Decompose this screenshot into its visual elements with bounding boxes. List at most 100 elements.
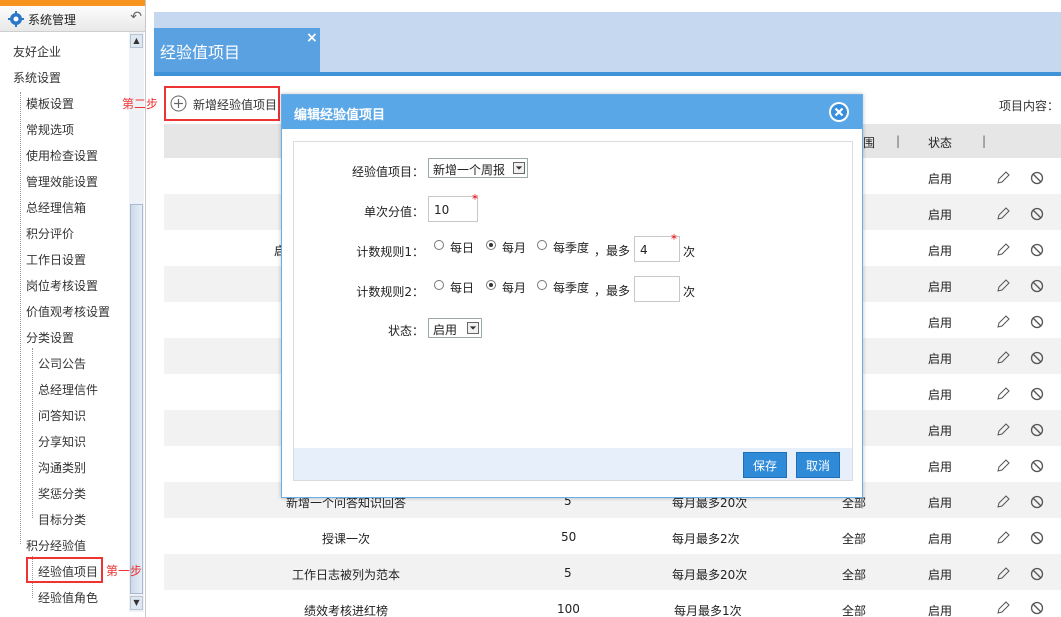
scroll-up-icon[interactable]: ▲ <box>130 34 143 48</box>
close-icon[interactable]: × <box>306 30 318 46</box>
cancel-button[interactable]: 取消 <box>796 452 840 478</box>
rule1-daily-radio[interactable] <box>434 240 444 250</box>
sidebar-item-template-settings[interactable]: 模板设置 <box>26 95 74 112</box>
sidebar-item-efficiency[interactable]: 管理效能设置 <box>26 173 98 190</box>
disable-icon[interactable] <box>1029 206 1045 222</box>
sidebar-item-announcement[interactable]: 公司公告 <box>38 355 86 372</box>
disable-icon[interactable] <box>1029 278 1045 294</box>
sidebar-item-category-settings[interactable]: 分类设置 <box>26 329 74 346</box>
cell-status: 启用 <box>928 280 953 294</box>
rule1-monthly-label: 每月 <box>502 241 527 255</box>
save-button[interactable]: 保存 <box>743 452 787 478</box>
sidebar-item-general-options[interactable]: 常规选项 <box>26 121 74 138</box>
cell-status: 启用 <box>928 208 953 222</box>
dialog-header: 编辑经验值项目 <box>282 95 862 129</box>
disable-icon[interactable] <box>1029 566 1045 582</box>
dialog-title: 编辑经验值项目 <box>294 108 386 123</box>
rule1-quarterly-radio[interactable] <box>537 240 547 250</box>
disable-icon[interactable] <box>1029 422 1045 438</box>
score-input[interactable]: 10 <box>428 196 478 222</box>
sidebar-item-communication-type[interactable]: 沟通类别 <box>38 459 86 476</box>
status-label: 状态： <box>387 324 424 338</box>
scroll-down-icon[interactable]: ▼ <box>130 596 143 610</box>
cell-score: 5 <box>564 566 572 580</box>
sidebar-item-reward-category[interactable]: 奖惩分类 <box>38 485 86 502</box>
edit-icon[interactable] <box>995 170 1011 186</box>
cell-status: 启用 <box>928 316 953 330</box>
cell-scope: 全部 <box>842 532 867 546</box>
required-mark: * <box>671 232 677 246</box>
disable-icon[interactable] <box>1029 458 1045 474</box>
disable-icon[interactable] <box>1029 494 1045 510</box>
plus-circle-icon[interactable] <box>170 95 187 112</box>
sidebar-item-system-settings[interactable]: 系统设置 <box>13 69 61 86</box>
rule2-max-label: ，最多 <box>594 284 631 298</box>
edit-icon[interactable] <box>995 350 1011 366</box>
disable-icon[interactable] <box>1029 170 1045 186</box>
disable-icon[interactable] <box>1029 600 1045 616</box>
disable-icon[interactable] <box>1029 314 1045 330</box>
edit-icon[interactable] <box>995 278 1011 294</box>
tree-line <box>20 92 21 544</box>
cell-status: 启用 <box>928 352 953 366</box>
edit-icon[interactable] <box>995 206 1011 222</box>
annotation-step2: 第二步 <box>122 97 159 111</box>
edit-icon[interactable] <box>995 530 1011 546</box>
rule2-monthly-label: 每月 <box>502 281 527 295</box>
scroll-thumb[interactable] <box>130 204 143 594</box>
table-row: 授课一次 50 每月最多2次 全部 启用 <box>164 518 1061 554</box>
edit-icon[interactable] <box>995 314 1011 330</box>
rule1-label: 计数规则1： <box>356 245 424 259</box>
sidebar-item-friendly-company[interactable]: 友好企业 <box>13 43 61 60</box>
close-icon[interactable] <box>828 101 850 123</box>
sidebar-item-shared-knowledge[interactable]: 分享知识 <box>38 433 86 450</box>
disable-icon[interactable] <box>1029 350 1045 366</box>
item-select[interactable]: 新增一个周报 <box>428 158 528 178</box>
rule2-max-input[interactable] <box>634 276 680 302</box>
disable-icon[interactable] <box>1029 242 1045 258</box>
sidebar-item-points-exp[interactable]: 积分经验值 <box>26 537 86 554</box>
chevron-down-icon <box>513 162 525 174</box>
disable-icon[interactable] <box>1029 530 1045 546</box>
cell-rule: 每月最多1次 <box>674 604 742 617</box>
edit-icon[interactable] <box>995 600 1011 616</box>
rule1-monthly-radio[interactable] <box>486 240 496 250</box>
rule2-daily-radio[interactable] <box>434 280 444 290</box>
sidebar-item-gm-letters[interactable]: 总经理信件 <box>38 381 98 398</box>
chevron-down-icon <box>467 322 479 334</box>
sidebar-item-post-assessment[interactable]: 岗位考核设置 <box>26 277 98 294</box>
sidebar-item-exp-roles[interactable]: 经验值角色 <box>38 589 98 606</box>
sidebar-item-usage-check[interactable]: 使用检查设置 <box>26 147 98 164</box>
sidebar-item-goal-category[interactable]: 目标分类 <box>38 511 86 528</box>
rule1-max-label: ，最多 <box>594 244 631 258</box>
cell-rule: 每月最多20次 <box>672 568 748 582</box>
cell-status: 启用 <box>928 388 953 402</box>
edit-icon[interactable] <box>995 386 1011 402</box>
add-exp-item-button[interactable]: 新增经验值项目 <box>193 96 277 113</box>
rule2-quarterly-radio[interactable] <box>537 280 547 290</box>
cell-score: 50 <box>561 530 577 544</box>
edit-icon[interactable] <box>995 242 1011 258</box>
rule1-quarterly-label: 每季度 <box>553 241 590 255</box>
back-icon[interactable]: ↶ <box>130 9 142 25</box>
sidebar-item-qa-knowledge[interactable]: 问答知识 <box>38 407 86 424</box>
edit-icon[interactable] <box>995 422 1011 438</box>
sidebar-item-values-assessment[interactable]: 价值观考核设置 <box>26 303 110 320</box>
disable-icon[interactable] <box>1029 386 1045 402</box>
cell-scope: 全部 <box>842 604 867 617</box>
cell-scope: 全部 <box>842 568 867 582</box>
edit-icon[interactable] <box>995 566 1011 582</box>
rule2-monthly-radio[interactable] <box>486 280 496 290</box>
cell-name: 绩效考核进红榜 <box>304 604 389 617</box>
edit-icon[interactable] <box>995 458 1011 474</box>
sidebar-scrollbar[interactable]: ▲ ▼ <box>129 32 144 612</box>
edit-icon[interactable] <box>995 494 1011 510</box>
cell-status: 启用 <box>928 460 953 474</box>
status-select[interactable]: 启用 <box>428 318 482 338</box>
tab-exp-items[interactable]: 经验值项目 <box>154 28 320 72</box>
cell-status: 启用 <box>928 244 953 258</box>
sidebar-item-workday[interactable]: 工作日设置 <box>26 251 86 268</box>
sidebar-item-points-eval[interactable]: 积分评价 <box>26 225 74 242</box>
sidebar-item-gm-mailbox[interactable]: 总经理信箱 <box>26 199 86 216</box>
rule1-max-value: 4 <box>640 243 648 257</box>
